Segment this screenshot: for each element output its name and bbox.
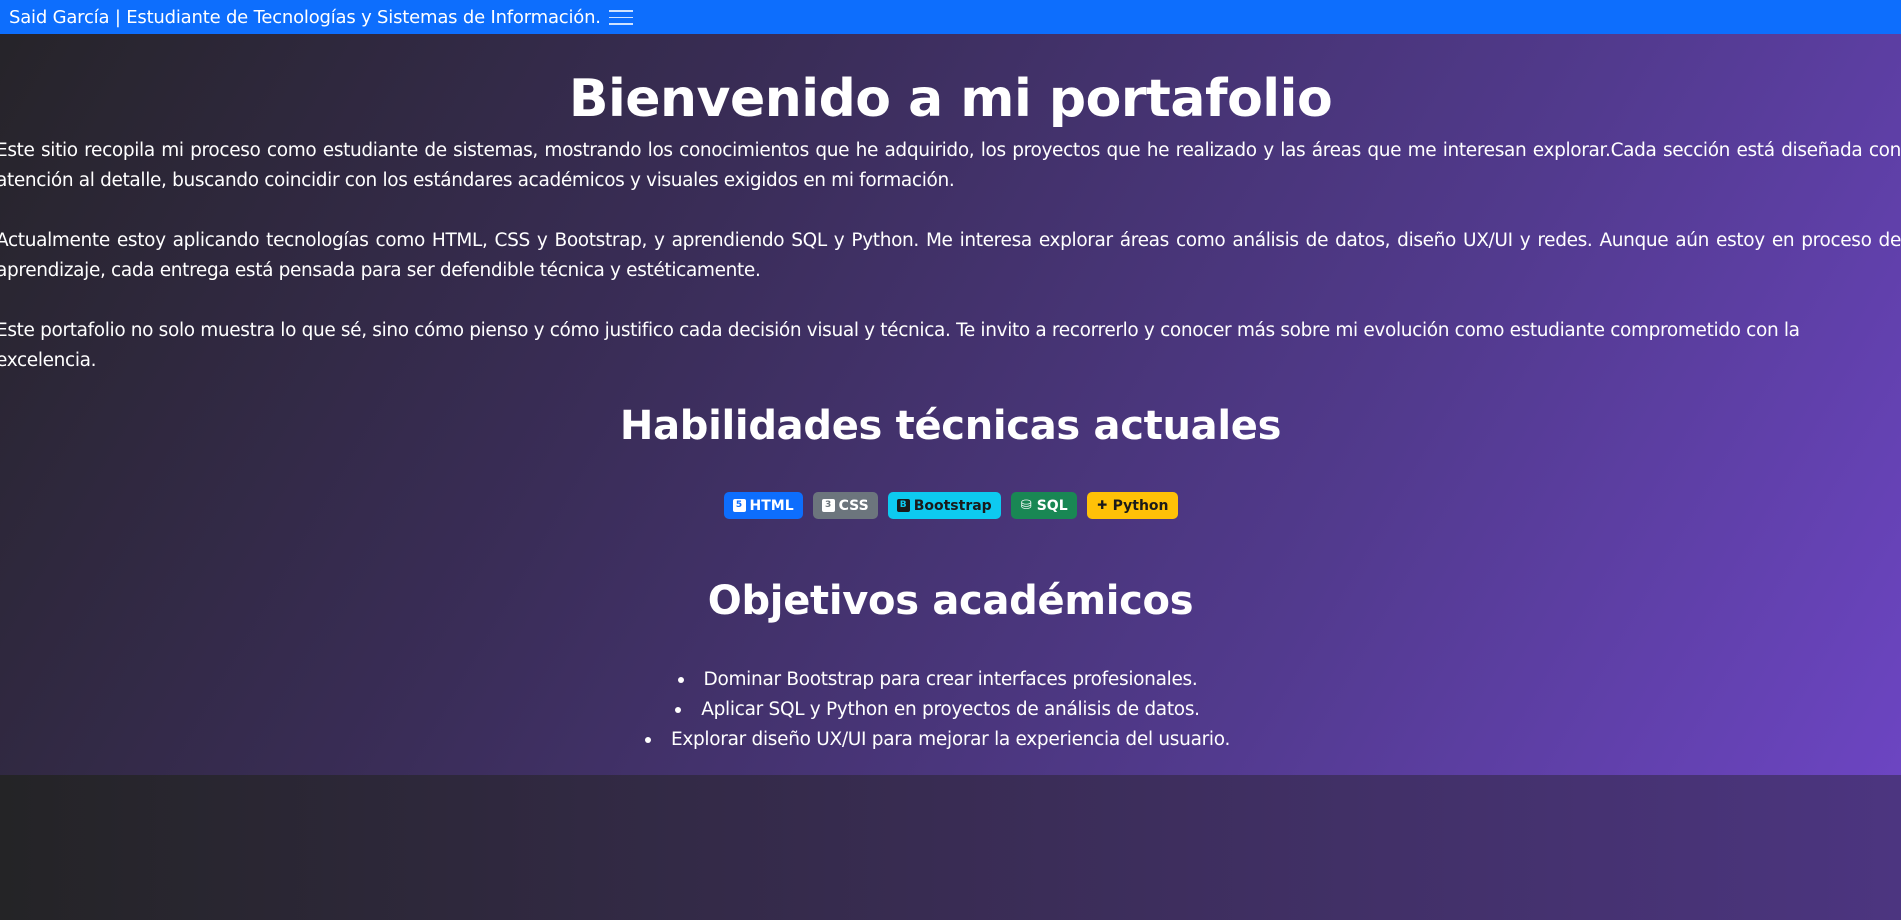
skills-badges: 5 HTML 3 CSS B Bootstrap ⛁ SQL ✚ Python — [0, 492, 1901, 519]
hero-section: Bienvenido a mi portafolio Este sitio re… — [0, 34, 1901, 775]
page-background — [0, 775, 1901, 920]
list-item: Aplicar SQL y Python en proyectos de aná… — [0, 695, 1901, 725]
badge-label: SQL — [1036, 497, 1068, 514]
badge-html: 5 HTML — [723, 492, 803, 519]
badge-label: CSS — [838, 497, 869, 514]
python-icon: ✚ — [1097, 498, 1108, 512]
skills-heading: Habilidades técnicas actuales — [619, 403, 1282, 449]
page-title: Bienvenido a mi portafolio — [568, 69, 1333, 129]
badge-sql: ⛁ SQL — [1010, 492, 1077, 519]
goal-text: Dominar Bootstrap para crear interfaces … — [677, 665, 1198, 695]
badge-label: HTML — [749, 497, 794, 514]
html5-icon: 5 — [732, 499, 746, 512]
badge-css: 3 CSS — [812, 492, 878, 519]
navbar-brand[interactable]: Said García | Estudiante de Tecnologías … — [9, 7, 601, 28]
bootstrap-icon: B — [896, 499, 910, 512]
goal-text: Explorar diseño UX/UI para mejorar la ex… — [644, 725, 1230, 755]
intro-paragraph-3: Este portafolio no solo muestra lo que s… — [0, 320, 1800, 371]
hamburger-menu-icon[interactable] — [608, 8, 633, 26]
list-item: Explorar diseño UX/UI para mejorar la ex… — [0, 725, 1901, 755]
goals-heading: Objetivos académicos — [707, 578, 1194, 624]
badge-bootstrap: B Bootstrap — [887, 492, 1001, 519]
badge-label: Python — [1112, 497, 1169, 514]
badge-label: Bootstrap — [913, 497, 992, 514]
goal-text: Aplicar SQL y Python en proyectos de aná… — [675, 695, 1200, 725]
intro-paragraph-1: Este sitio recopila mi proceso como estu… — [0, 140, 1901, 191]
css3-icon: 3 — [821, 499, 835, 512]
navbar: Said García | Estudiante de Tecnologías … — [0, 0, 1901, 34]
goals-list: Dominar Bootstrap para crear interfaces … — [0, 665, 1901, 755]
badge-python: ✚ Python — [1086, 492, 1178, 519]
list-item: Dominar Bootstrap para crear interfaces … — [0, 665, 1901, 695]
database-icon: ⛁ — [1020, 498, 1032, 513]
intro-paragraph-2: Actualmente estoy aplicando tecnologías … — [0, 230, 1901, 281]
